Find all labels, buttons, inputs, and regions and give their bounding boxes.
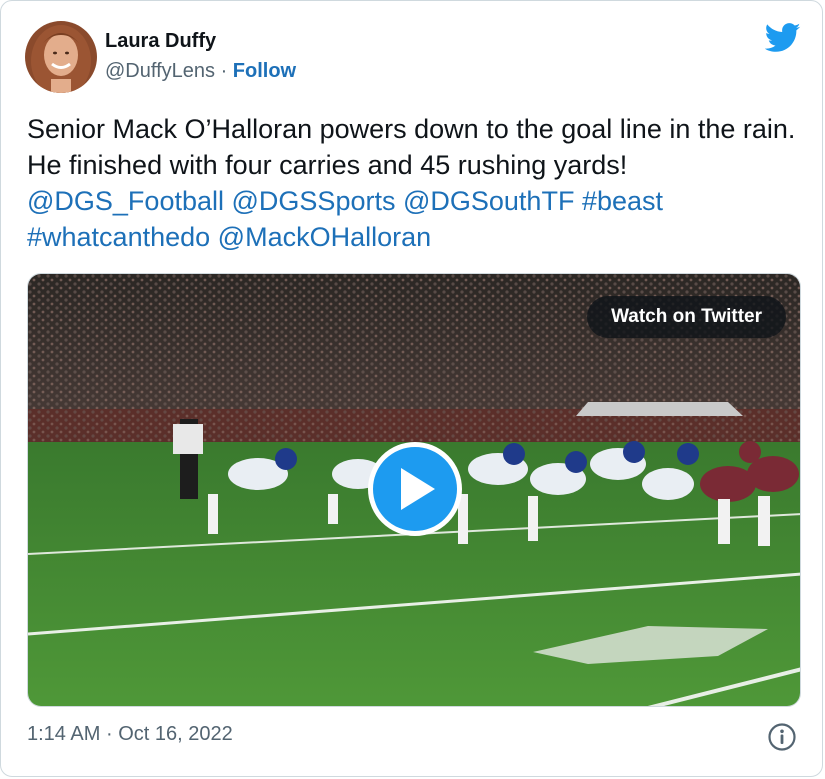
mention-link[interactable]: @DGSSports — [232, 186, 396, 216]
mention-link[interactable]: @DGS_Football — [27, 186, 224, 216]
info-icon[interactable] — [767, 722, 797, 752]
tweet-date: Oct 16, 2022 — [118, 723, 233, 745]
timestamp-separator: · — [105, 723, 113, 745]
tweet-card: Laura Duffy @DuffyLens · Follow Senior M… — [0, 0, 823, 777]
twitter-bird-icon[interactable] — [765, 23, 801, 53]
avatar[interactable] — [25, 21, 97, 93]
tweet-text: Senior Mack O’Halloran powers down to th… — [27, 111, 797, 255]
hashtag-link[interactable]: #whatcanthedo — [27, 222, 210, 252]
author-handle-row: @DuffyLens · Follow — [105, 60, 296, 83]
follow-button[interactable]: Follow — [233, 60, 296, 82]
tweet-timestamp[interactable]: 1:14 AM · Oct 16, 2022 — [27, 723, 233, 746]
tweet-time: 1:14 AM — [27, 723, 101, 745]
video-thumbnail[interactable]: Watch on Twitter — [27, 273, 801, 707]
mention-link[interactable]: @MackOHalloran — [218, 222, 431, 252]
author-handle[interactable]: @DuffyLens — [105, 60, 215, 82]
author-name[interactable]: Laura Duffy — [105, 30, 216, 53]
play-icon — [401, 468, 435, 510]
mention-link[interactable]: @DGSouthTF — [403, 186, 574, 216]
hashtag-link[interactable]: #beast — [582, 186, 663, 216]
watch-on-twitter-button[interactable]: Watch on Twitter — [587, 296, 786, 338]
play-button[interactable] — [368, 442, 462, 536]
handle-separator: · — [220, 60, 228, 82]
tweet-body: Senior Mack O’Halloran powers down to th… — [27, 114, 796, 180]
